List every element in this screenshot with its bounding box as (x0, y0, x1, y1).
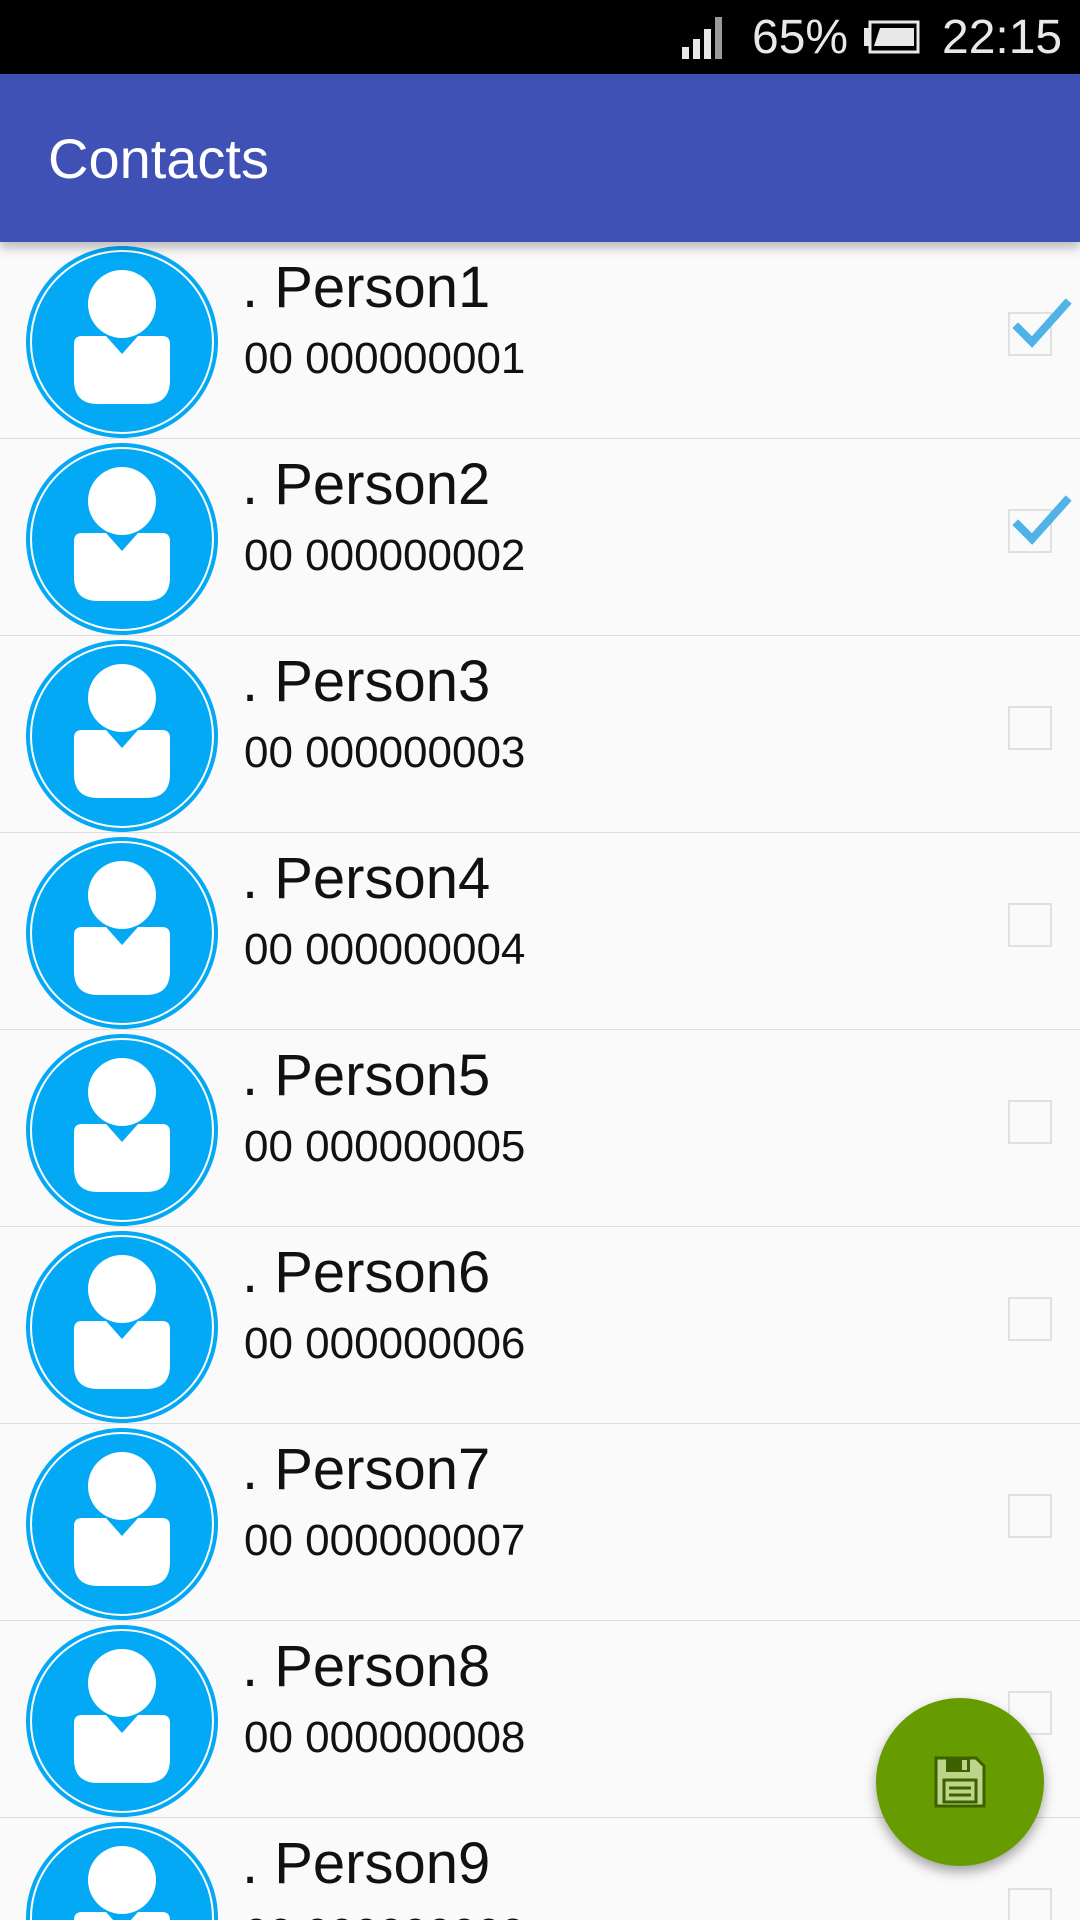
avatar-person-icon (26, 640, 218, 832)
avatar-person-icon (26, 246, 218, 438)
contact-phone: 00 000000002 (244, 531, 526, 580)
status-clock: 22:15 (942, 11, 1063, 64)
battery-icon (864, 20, 920, 54)
avatar-person-icon (26, 443, 218, 635)
contact-phone: 00 000000007 (244, 1516, 526, 1565)
contact-phone: 00 000000003 (244, 728, 526, 777)
contact-row[interactable]: . Person7 00 000000007 (0, 1424, 1080, 1622)
contact-phone: 00 000000006 (244, 1319, 526, 1368)
contact-name: . Person6 (242, 1240, 491, 1305)
select-checkbox[interactable] (1008, 1888, 1052, 1920)
contact-row[interactable]: . Person6 00 000000006 (0, 1227, 1080, 1425)
select-checkbox[interactable] (1008, 495, 1072, 553)
avatar-person-icon (26, 1428, 218, 1620)
select-checkbox[interactable] (1008, 298, 1072, 356)
contact-phone: 00 000000009 (244, 1908, 525, 1920)
page-title: Contacts (48, 127, 269, 190)
contact-name: . Person2 (242, 452, 491, 517)
avatar-person-icon (26, 1034, 218, 1226)
contact-row[interactable]: . Person2 00 000000002 (0, 439, 1080, 637)
avatar-person-icon (26, 1822, 218, 1920)
contact-row[interactable]: . Person1 00 000000001 (0, 242, 1080, 440)
contact-name: . Person7 (242, 1437, 491, 1502)
contact-name: . Person9 (242, 1831, 491, 1896)
contact-row[interactable]: . Person5 00 000000005 (0, 1030, 1080, 1228)
contact-phone: 00 000000001 (244, 334, 526, 383)
select-checkbox[interactable] (1008, 1494, 1052, 1538)
select-checkbox[interactable] (1008, 1297, 1052, 1341)
contact-name: . Person8 (242, 1634, 491, 1699)
avatar-person-icon (26, 837, 218, 1029)
battery-percent: 65% (752, 11, 849, 64)
contact-row[interactable]: . Person4 00 000000004 (0, 833, 1080, 1031)
checkmark-icon (1012, 495, 1072, 545)
contact-name: . Person5 (242, 1043, 491, 1108)
select-checkbox[interactable] (1008, 706, 1052, 750)
status-bar: 65% 22:15 (0, 0, 1080, 74)
save-icon (934, 1756, 986, 1808)
contact-row[interactable]: . Person3 00 000000003 (0, 636, 1080, 834)
signal-bars-icon (682, 17, 722, 59)
avatar-person-icon (26, 1625, 218, 1817)
select-checkbox[interactable] (1008, 1100, 1052, 1144)
app-bar: Contacts (0, 74, 1080, 242)
contact-name: . Person3 (242, 649, 491, 714)
contacts-screen: 65% 22:15 Contacts . Person1 00 000000001… (0, 0, 1080, 1920)
select-checkbox[interactable] (1008, 903, 1052, 947)
contact-phone: 00 000000004 (244, 925, 526, 974)
save-button[interactable] (876, 1698, 1044, 1866)
contact-list[interactable]: . Person1 00 000000001 . Person2 00 0000000… (0, 242, 1080, 1920)
contact-name: . Person4 (242, 846, 491, 911)
avatar-person-icon (26, 1231, 218, 1423)
contact-phone: 00 000000005 (244, 1122, 526, 1171)
contact-name: . Person1 (242, 255, 491, 320)
contact-phone: 00 000000008 (244, 1713, 526, 1762)
checkmark-icon (1012, 298, 1072, 348)
